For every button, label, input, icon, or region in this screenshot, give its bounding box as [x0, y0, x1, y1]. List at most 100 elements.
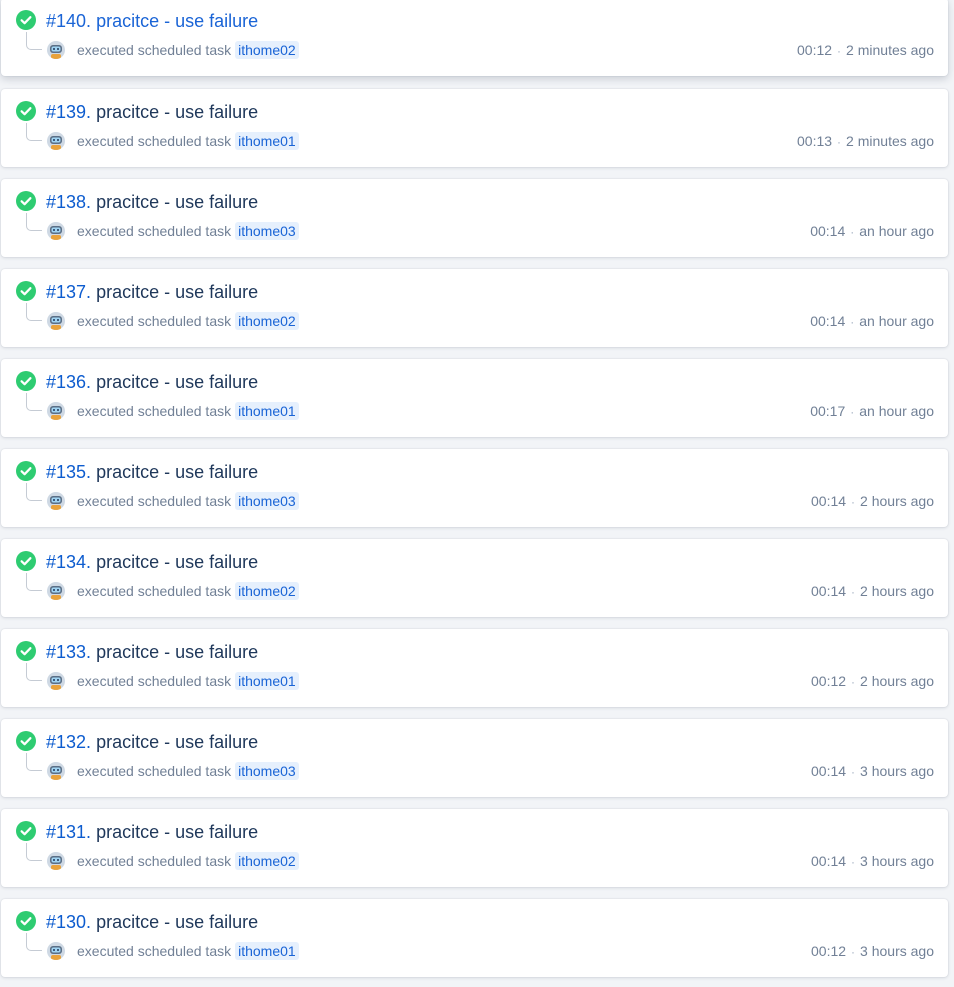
build-card[interactable]: #130. pracitce - use failure executed sc…: [1, 899, 948, 977]
build-timing: 00:12 · 2 hours ago: [811, 672, 934, 691]
build-title[interactable]: #130. pracitce - use failure: [46, 911, 258, 933]
meta-separator: ·: [850, 315, 855, 329]
build-time-ago: 2 minutes ago: [846, 42, 934, 58]
build-card[interactable]: #136. pracitce - use failure executed sc…: [1, 359, 948, 437]
build-title[interactable]: #137. pracitce - use failure: [46, 281, 258, 303]
task-badge[interactable]: ithome01: [235, 672, 299, 690]
task-badge[interactable]: ithome02: [235, 582, 299, 600]
build-number: #135.: [46, 462, 92, 482]
build-name: pracitce - use failure: [96, 282, 259, 302]
success-check-icon: [16, 191, 36, 211]
build-duration: 00:17: [810, 403, 846, 419]
build-card[interactable]: #138. pracitce - use failure executed sc…: [1, 179, 948, 257]
robot-avatar-icon: [47, 312, 65, 330]
build-name: pracitce - use failure: [96, 912, 259, 932]
build-timing: 00:12 · 3 hours ago: [811, 942, 934, 961]
build-timing: 00:14 · an hour ago: [810, 222, 934, 241]
build-title[interactable]: #132. pracitce - use failure: [46, 731, 258, 753]
build-meta: executed scheduled task ithome03: [77, 492, 299, 510]
meta-separator: ·: [851, 495, 856, 509]
build-card[interactable]: #140. pracitce - use failure executed sc…: [1, 0, 948, 76]
trigger-text: executed scheduled task: [77, 403, 232, 419]
trigger-text: executed scheduled task: [77, 42, 232, 58]
robot-avatar-icon: [47, 402, 65, 420]
task-badge[interactable]: ithome03: [235, 492, 299, 510]
build-card[interactable]: #134. pracitce - use failure executed sc…: [1, 539, 948, 617]
build-time-ago: 2 hours ago: [860, 673, 934, 689]
trigger-text: executed scheduled task: [77, 313, 232, 329]
build-card[interactable]: #137. pracitce - use failure executed sc…: [1, 269, 948, 347]
robot-avatar-icon: [47, 852, 65, 870]
build-duration: 00:14: [811, 763, 847, 779]
tree-connector: [26, 213, 42, 231]
meta-separator: ·: [837, 135, 842, 149]
build-title[interactable]: #135. pracitce - use failure: [46, 461, 258, 483]
build-name: pracitce - use failure: [96, 462, 259, 482]
build-meta: executed scheduled task ithome02: [77, 41, 299, 59]
build-meta: executed scheduled task ithome02: [77, 852, 299, 870]
build-title[interactable]: #136. pracitce - use failure: [46, 371, 258, 393]
build-name: pracitce - use failure: [96, 732, 259, 752]
success-check-icon: [16, 731, 36, 751]
build-time-ago: 3 hours ago: [860, 943, 934, 959]
task-badge[interactable]: ithome03: [235, 222, 299, 240]
build-meta: executed scheduled task ithome01: [77, 942, 299, 960]
build-card[interactable]: #131. pracitce - use failure executed sc…: [1, 809, 948, 887]
success-check-icon: [16, 551, 36, 571]
task-badge[interactable]: ithome01: [235, 402, 299, 420]
robot-avatar-icon: [47, 942, 65, 960]
trigger-text: executed scheduled task: [77, 583, 232, 599]
success-check-icon: [16, 641, 36, 661]
task-badge[interactable]: ithome01: [235, 942, 299, 960]
build-title[interactable]: #139. pracitce - use failure: [46, 101, 258, 123]
build-number: #136.: [46, 372, 92, 392]
build-meta: executed scheduled task ithome03: [77, 222, 299, 240]
build-time-ago: an hour ago: [859, 313, 934, 329]
build-title[interactable]: #133. pracitce - use failure: [46, 641, 258, 663]
task-badge[interactable]: ithome02: [235, 312, 299, 330]
build-number: #133.: [46, 642, 92, 662]
build-title[interactable]: #134. pracitce - use failure: [46, 551, 258, 573]
trigger-text: executed scheduled task: [77, 853, 232, 869]
trigger-text: executed scheduled task: [77, 673, 232, 689]
success-check-icon: [16, 461, 36, 481]
build-meta: executed scheduled task ithome01: [77, 672, 299, 690]
success-check-icon: [16, 911, 36, 931]
success-check-icon: [16, 281, 36, 301]
robot-avatar-icon: [47, 222, 65, 240]
build-duration: 00:12: [797, 42, 833, 58]
build-meta: executed scheduled task ithome01: [77, 402, 299, 420]
tree-connector: [26, 32, 42, 50]
tree-connector: [26, 303, 42, 321]
build-timing: 00:14 · 3 hours ago: [811, 852, 934, 871]
build-time-ago: an hour ago: [859, 223, 934, 239]
task-badge[interactable]: ithome02: [235, 41, 299, 59]
robot-avatar-icon: [47, 762, 65, 780]
build-timing: 00:12 · 2 minutes ago: [797, 41, 934, 60]
build-meta: executed scheduled task ithome01: [77, 132, 299, 150]
build-duration: 00:14: [810, 223, 846, 239]
build-number: #134.: [46, 552, 92, 572]
build-card[interactable]: #133. pracitce - use failure executed sc…: [1, 629, 948, 707]
build-title[interactable]: #140. pracitce - use failure: [46, 10, 258, 32]
meta-separator: ·: [837, 44, 842, 58]
meta-separator: ·: [851, 765, 856, 779]
build-card[interactable]: #135. pracitce - use failure executed sc…: [1, 449, 948, 527]
task-badge[interactable]: ithome02: [235, 852, 299, 870]
build-title[interactable]: #131. pracitce - use failure: [46, 821, 258, 843]
build-name: pracitce - use failure: [96, 822, 259, 842]
build-timing: 00:14 · 2 hours ago: [811, 582, 934, 601]
robot-avatar-icon: [47, 41, 65, 59]
build-time-ago: 2 hours ago: [860, 583, 934, 599]
build-card[interactable]: #139. pracitce - use failure executed sc…: [1, 89, 948, 167]
meta-separator: ·: [850, 225, 855, 239]
tree-connector: [26, 123, 42, 141]
tree-connector: [26, 843, 42, 861]
build-card[interactable]: #132. pracitce - use failure executed sc…: [1, 719, 948, 797]
task-badge[interactable]: ithome01: [235, 132, 299, 150]
build-timing: 00:14 · an hour ago: [810, 312, 934, 331]
build-title[interactable]: #138. pracitce - use failure: [46, 191, 258, 213]
task-badge[interactable]: ithome03: [235, 762, 299, 780]
robot-avatar-icon: [47, 582, 65, 600]
success-check-icon: [16, 821, 36, 841]
